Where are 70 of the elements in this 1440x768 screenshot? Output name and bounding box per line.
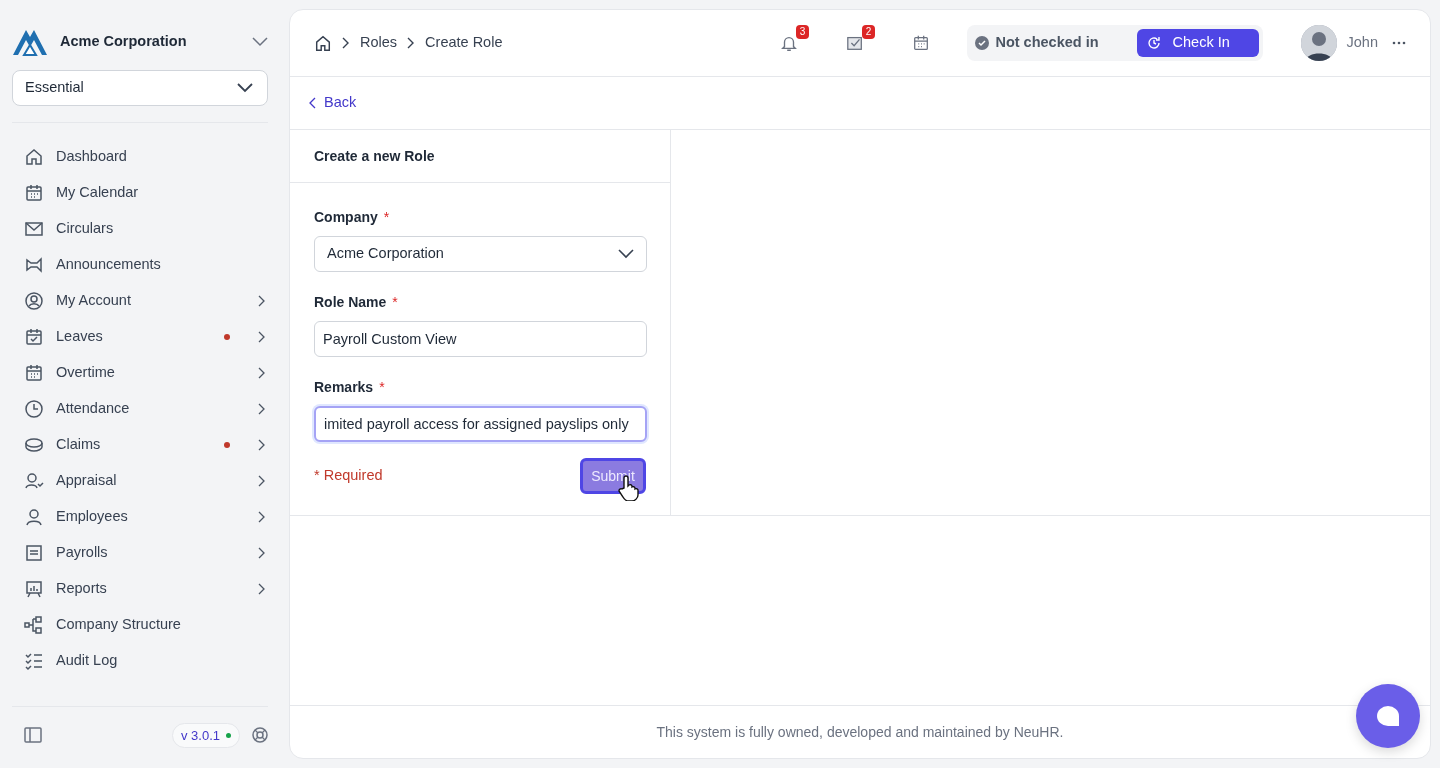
version-badge: v 3.0.1 — [171, 722, 240, 748]
input-field[interactable]: imited payroll access for assigned payslips only — [314, 406, 647, 442]
clock-refresh-icon — [1146, 36, 1161, 50]
sidebar-item[interactable]: Reports — [24, 571, 268, 607]
user-check-icon — [24, 471, 44, 491]
home-icon — [24, 147, 44, 167]
required-mark: * — [379, 378, 385, 397]
user-circle-icon — [24, 291, 44, 311]
receipt-icon — [24, 543, 44, 563]
input-field[interactable]: Payroll Custom View — [314, 321, 647, 357]
chevron-right-icon — [342, 37, 350, 49]
form-title: Create a new Role — [290, 130, 670, 183]
hierarchy-icon — [24, 615, 44, 635]
task-check-icon[interactable] — [846, 34, 865, 52]
chat-button[interactable] — [1356, 684, 1420, 748]
logo-icon — [12, 28, 48, 56]
sidebar-item[interactable]: Payrolls — [24, 535, 268, 571]
sidebar-item[interactable]: Company Structure — [24, 607, 268, 643]
presentation-chart-icon — [24, 579, 44, 599]
required-mark: * — [383, 208, 390, 227]
field-label: Role Name — [314, 293, 387, 312]
field-label: Company — [314, 208, 378, 227]
company-name: Acme Corporation — [60, 32, 188, 52]
calendar-icon — [24, 363, 44, 383]
more-icon[interactable] — [1392, 41, 1406, 45]
sidebar-item[interactable]: Audit Log — [24, 643, 268, 679]
sidebar-item[interactable]: Overtime — [24, 355, 268, 391]
chevron-left-icon — [308, 97, 316, 109]
sidebar-item[interactable]: Employees — [24, 499, 268, 535]
select-field[interactable]: Acme Corporation — [314, 236, 647, 272]
chevron-down-icon[interactable] — [252, 37, 268, 47]
chevron-down-icon — [618, 249, 634, 259]
avatar[interactable] — [1300, 25, 1337, 61]
check-circle-icon — [975, 36, 990, 50]
user-icon — [24, 507, 44, 527]
sidebar-item[interactable]: Dashboard — [24, 139, 268, 175]
user-name: John — [1346, 33, 1378, 53]
sidebar-item[interactable]: Claims — [24, 427, 268, 463]
calendar-icon — [24, 183, 44, 203]
breadcrumb-item: Create Role — [425, 33, 503, 53]
sidebar-item[interactable]: Leaves — [24, 319, 268, 355]
sidebar-item[interactable]: Circulars — [24, 211, 268, 247]
sidebar-item[interactable]: Announcements — [24, 247, 268, 283]
checkin-status: Not checked in — [995, 33, 1099, 53]
coin-icon — [24, 435, 44, 455]
sidebar-toggle-icon[interactable] — [24, 727, 42, 744]
clock-icon — [24, 399, 44, 419]
chevron-down-icon — [237, 83, 253, 93]
mail-icon — [24, 219, 44, 239]
check-in-button[interactable]: Check In — [1136, 29, 1259, 57]
checklist-icon — [24, 651, 44, 671]
calendar-icon[interactable] — [912, 34, 931, 52]
sidebar-item[interactable]: Appraisal — [24, 463, 268, 499]
chevron-right-icon — [407, 37, 416, 49]
required-mark: * — [392, 293, 398, 312]
count-badge: 2 — [861, 25, 876, 39]
required-note: * Required — [314, 466, 383, 486]
sidebar-item[interactable]: Attendance — [24, 391, 268, 427]
back-link[interactable]: Back — [308, 92, 357, 114]
field-label: Remarks — [314, 378, 374, 397]
chat-bubble-icon — [1376, 705, 1400, 727]
plan-select[interactable]: Essential — [12, 70, 268, 106]
sidebar-item[interactable]: My Calendar — [24, 175, 268, 211]
home-icon[interactable] — [314, 34, 332, 52]
bell-icon[interactable] — [780, 34, 799, 52]
count-badge: 3 — [795, 25, 810, 39]
help-icon[interactable] — [252, 727, 268, 744]
sidebar-item[interactable]: My Account — [24, 283, 268, 319]
calendar-check-icon — [24, 327, 44, 347]
breadcrumb-item[interactable]: Roles — [360, 32, 398, 54]
